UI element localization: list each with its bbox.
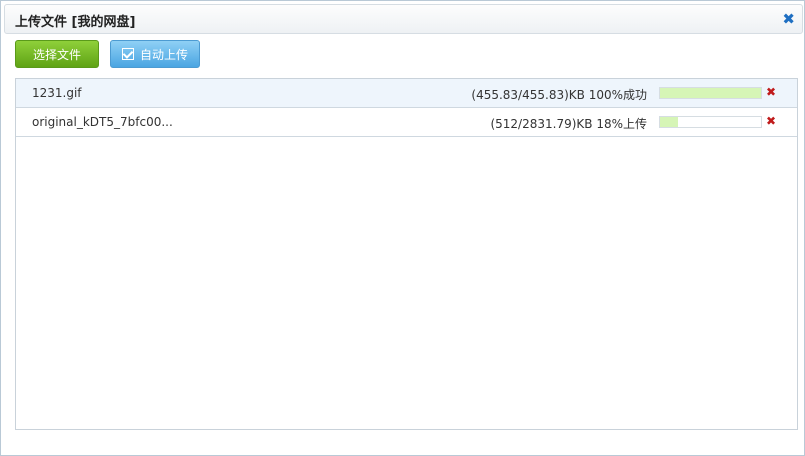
file-list: 1231.gif (455.83/455.83)KB 100%成功 ✖ orig… [15,78,798,430]
delete-icon[interactable]: ✖ [766,85,776,99]
close-icon[interactable]: ✖ [782,10,795,28]
checkbox-icon [121,48,134,60]
progress-fill [660,117,679,127]
delete-icon[interactable]: ✖ [766,114,776,128]
progress-bar [659,116,762,128]
file-status: (455.83/455.83)KB 100%成功 [471,88,647,102]
progress-bar [659,87,762,99]
select-file-button[interactable]: 选择文件 [15,40,99,68]
file-row: original_kDT5_7bfc00... (512/2831.79)KB … [16,108,797,137]
dialog-titlebar: 上传文件 [我的网盘] ✖ [4,4,803,34]
file-status: (512/2831.79)KB 18%上传 [490,117,647,131]
file-name: 1231.gif [32,86,82,100]
file-row: 1231.gif (455.83/455.83)KB 100%成功 ✖ [16,79,797,108]
select-file-label: 选择文件 [32,48,81,62]
auto-upload-button[interactable]: 自动上传 [110,40,200,68]
progress-fill [660,88,761,98]
auto-upload-label: 自动上传 [139,48,188,62]
file-name: original_kDT5_7bfc00... [32,115,173,129]
upload-dialog: 上传文件 [我的网盘] ✖ 选择文件 自动上传 1231.gif (455.83… [0,0,805,456]
dialog-title: 上传文件 [我的网盘] [15,15,136,30]
